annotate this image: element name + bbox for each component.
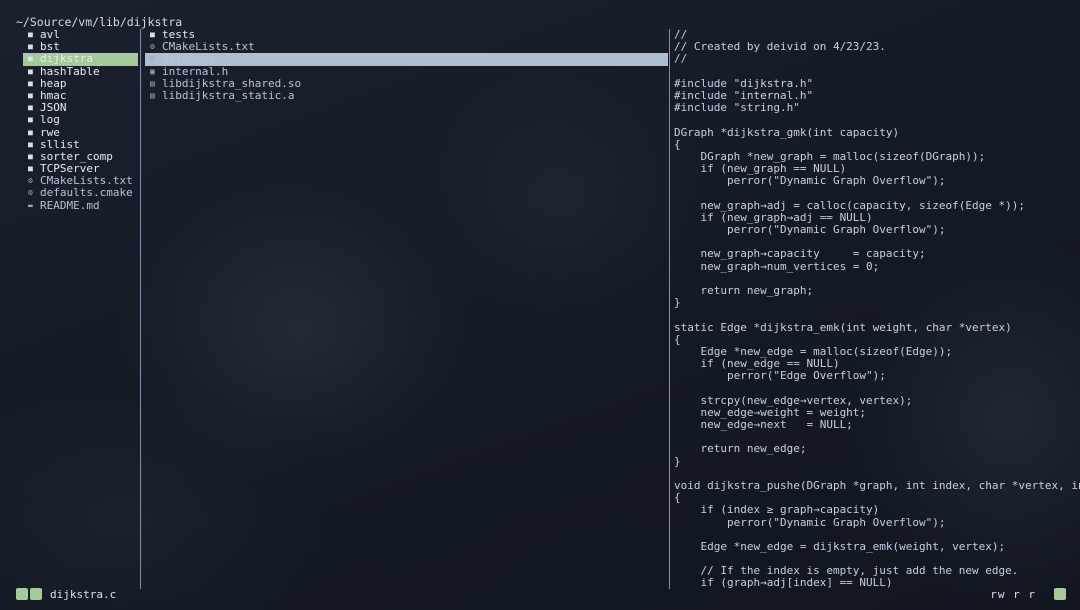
- folder-icon: ■: [150, 30, 155, 39]
- markdown-icon: ▬: [28, 200, 33, 210]
- parent-dir-entry[interactable]: ▬ README.md: [23, 198, 138, 212]
- code-line: perror("Dynamic Graph Overflow");: [674, 515, 946, 529]
- parent-dir-entry-name: rwe: [40, 125, 60, 139]
- folder-icon: ■: [28, 164, 33, 174]
- code-line: static Edge *dijkstra_emk(int weight, ch…: [674, 320, 1012, 334]
- current-dir-entry-name: dijkstra.c: [162, 52, 229, 66]
- current-dir-entry[interactable]: ▤ libdijkstra_static.a: [145, 88, 668, 102]
- parent-dir-entry-name: TCPServer: [40, 162, 100, 176]
- status-bar-right: rw r r: [990, 587, 1066, 601]
- code-line: //: [674, 52, 688, 66]
- code-line: return new_graph;: [674, 283, 814, 297]
- status-filename: dijkstra.c: [50, 587, 117, 601]
- parent-dir-entry-name: hmac: [40, 88, 67, 102]
- code-line: perror("Dynamic Graph Overflow");: [674, 223, 946, 236]
- parent-dir-entry-name: CMakeLists.txt: [40, 174, 133, 188]
- mode-indicator: [16, 588, 28, 600]
- code-line: DGraph *dijkstra_gmk(int capacity): [674, 125, 900, 139]
- parent-dir-entry-name: JSON: [40, 101, 67, 115]
- parent-dir-entry-name: log: [40, 113, 60, 127]
- file-preview: //// Created by deivid on 4/23/23.//#inc…: [674, 29, 1080, 590]
- current-dir-entry-name: libdijkstra_shared.so: [162, 76, 302, 90]
- c-source-icon: ⚙: [150, 54, 155, 64]
- library-icon: ▤: [150, 78, 155, 88]
- status-bar-left: dijkstra.c: [16, 587, 117, 601]
- code-line: perror("Edge Overflow");: [674, 369, 886, 383]
- current-directory-list[interactable]: ■ tests ⚙ CMakeLists.txt ⚙ dijkstra.c ▣ interna…: [145, 28, 668, 102]
- current-dir-entry-name: tests: [162, 28, 196, 41]
- gear-icon: ⚙: [150, 42, 155, 52]
- folder-icon: ■: [28, 115, 33, 125]
- parent-directory-list[interactable]: ■ avl ■ bst ■ dijkstra ■ hashTable ■ heap ■ hmac ■ JS…: [23, 28, 138, 212]
- parent-dir-entry-name: README.md: [40, 198, 100, 212]
- folder-icon: ■: [28, 103, 33, 113]
- folder-icon: ■: [28, 42, 33, 52]
- current-dir-entry-name: internal.h: [162, 64, 229, 78]
- column-separator: [140, 29, 141, 589]
- code-line: new_graph→adj = calloc(capacity, sizeof(…: [674, 198, 1025, 212]
- position-indicator: [30, 588, 42, 600]
- code-line: if (index ≥ graph→capacity): [674, 503, 880, 517]
- code-line: }: [674, 296, 681, 310]
- code-line: void dijkstra_pushe(DGraph *graph, int i…: [674, 478, 1080, 492]
- parent-dir-entry-name: sllist: [40, 137, 80, 151]
- gear-icon: ⚙: [28, 188, 33, 198]
- code-line: strcpy(new_edge→vertex, vertex);: [674, 393, 913, 407]
- file-permissions: rw r r: [990, 587, 1036, 601]
- parent-dir-entry-name: avl: [40, 28, 60, 41]
- folder-icon: ■: [28, 66, 33, 76]
- current-dir-entry-name: CMakeLists.txt: [162, 40, 255, 54]
- parent-dir-entry-name: defaults.cmake: [40, 186, 133, 200]
- folder-icon: ■: [28, 139, 33, 149]
- current-dir-entry-name: libdijkstra_static.a: [162, 88, 295, 102]
- folder-icon: ■: [28, 127, 33, 137]
- parent-dir-entry-name: hashTable: [40, 64, 100, 78]
- folder-icon: ■: [28, 78, 33, 88]
- parent-dir-entry-name: bst: [40, 40, 60, 54]
- c-header-icon: ▣: [150, 66, 155, 76]
- code-line: return new_edge;: [674, 442, 807, 456]
- folder-icon: ■: [28, 54, 33, 64]
- folder-icon: ■: [28, 30, 33, 39]
- folder-icon: ■: [28, 151, 33, 161]
- scroll-indicator: [1054, 588, 1066, 600]
- parent-dir-entry-name: dijkstra: [40, 52, 93, 66]
- library-icon: ▤: [150, 90, 155, 100]
- code-line: }: [674, 454, 681, 468]
- parent-dir-entry-name: heap: [40, 76, 67, 90]
- code-line: perror("Dynamic Graph Overflow");: [674, 174, 946, 188]
- folder-icon: ■: [28, 90, 33, 100]
- code-line: new_edge→next = NULL;: [674, 418, 853, 431]
- parent-dir-entry-name: sorter_comp: [40, 149, 113, 163]
- code-line: // Created by deivid on 4/23/23.: [674, 40, 886, 54]
- code-line: Edge *new_edge = dijkstra_emk(weight, ve…: [674, 539, 1006, 553]
- code-line: new_graph→capacity = capacity;: [674, 247, 926, 261]
- code-line: new_graph→num_vertices = 0;: [674, 259, 880, 273]
- code-line: #include "string.h": [674, 101, 800, 115]
- column-separator: [669, 29, 670, 589]
- gear-icon: ⚙: [28, 176, 33, 186]
